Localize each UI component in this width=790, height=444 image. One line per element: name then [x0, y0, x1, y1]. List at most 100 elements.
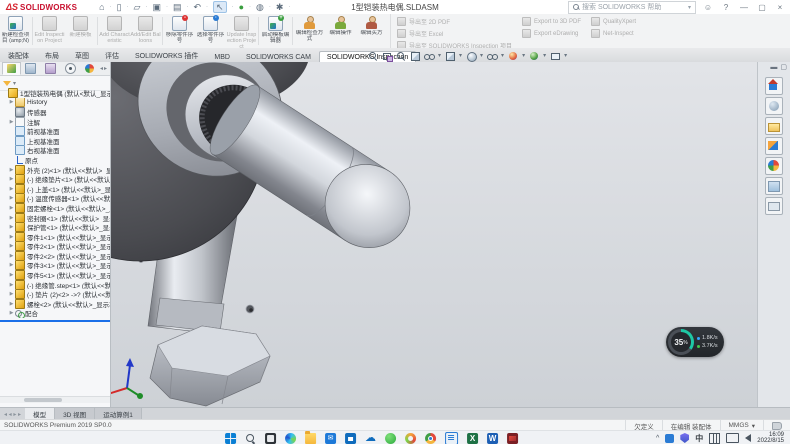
- tab-configurationmanager[interactable]: [41, 62, 60, 75]
- search-taskbar-icon[interactable]: [245, 433, 256, 444]
- dynamic-annotation-views-icon[interactable]: [424, 51, 434, 61]
- search-caret-icon[interactable]: ▾: [688, 4, 691, 11]
- tree-item[interactable]: ▶保护管<1> (默认<<默认>_显示状: [0, 222, 110, 232]
- security-shield-icon[interactable]: [680, 433, 689, 443]
- tree-item[interactable]: ▶(-) 绝缘垫片<1> (默认<<默认>_显: [0, 174, 110, 184]
- tree-item[interactable]: ▶(-) 绝缘管.step<1> (默认<<默认>_: [0, 280, 110, 290]
- ribbon-tab-评估[interactable]: 评估: [97, 48, 127, 62]
- expand-arrow-icon[interactable]: ▶: [8, 167, 15, 173]
- zoom-to-fit-icon[interactable]: [368, 51, 378, 61]
- user-account-icon[interactable]: ☺: [702, 3, 714, 12]
- select-balloons-button[interactable]: ·选择零件序号: [195, 14, 226, 48]
- volume-icon[interactable]: [745, 434, 751, 442]
- edit-buyoffs-button[interactable]: 编辑买方: [356, 14, 387, 48]
- edit-appearance-icon[interactable]: [508, 51, 518, 61]
- chrome-taskbar-icon[interactable]: [425, 433, 436, 444]
- word-taskbar-icon[interactable]: W: [487, 433, 498, 444]
- ribbon-tab-装配体[interactable]: 装配体: [0, 48, 37, 62]
- expand-arrow-icon[interactable]: ▶: [8, 99, 15, 105]
- edit-inspection-project-button[interactable]: Edit Inspection Project: [34, 14, 65, 48]
- home-icon[interactable]: ⌂: [99, 2, 104, 12]
- tree-item[interactable]: ▶History: [0, 98, 110, 108]
- custom-properties-icon[interactable]: [765, 177, 783, 195]
- dropdown-caret-icon[interactable]: ·: [166, 4, 168, 10]
- ribbon-tab-solidworks-插件[interactable]: SOLIDWORKS 插件: [127, 48, 206, 62]
- export-item[interactable]: Net-Inspect: [591, 29, 636, 38]
- export-item[interactable]: QualityXpert: [591, 17, 636, 26]
- view-palette-icon[interactable]: [765, 137, 783, 155]
- appearances-scenes-icon[interactable]: [765, 157, 783, 175]
- expand-arrow-icon[interactable]: ▶: [8, 282, 15, 288]
- view-orientation-icon[interactable]: [445, 51, 455, 61]
- tree-item[interactable]: ▶(-) 温度传感器<1> (默认<<默认>_: [0, 194, 110, 204]
- solidworks-resources-icon[interactable]: [765, 77, 783, 95]
- launch-template-editor-button[interactable]: +启动模板编辑器: [260, 14, 291, 48]
- dropdown-caret-icon[interactable]: ·: [110, 4, 112, 10]
- dropdown-caret-icon[interactable]: ▾: [459, 52, 462, 59]
- tree-item[interactable]: ▶零件1<1> (默认<<默认>_显示状态: [0, 232, 110, 242]
- dropdown-caret-icon[interactable]: ·: [288, 4, 290, 10]
- network-display-icon[interactable]: [726, 433, 739, 443]
- select-arrow-icon[interactable]: ↖: [213, 1, 227, 13]
- performance-overlay-ball[interactable]: 35% 1.8K/s 3.7K/s: [666, 327, 724, 357]
- edit-inspection-methods-button[interactable]: 编辑检查方式: [294, 14, 325, 48]
- tab-dimxpertmanager[interactable]: [61, 62, 80, 75]
- green-app-taskbar-icon[interactable]: [385, 433, 396, 444]
- dropdown-caret-icon[interactable]: ▾: [480, 52, 483, 59]
- ribbon-tab-布局[interactable]: 布局: [37, 48, 67, 62]
- expand-arrow-icon[interactable]: ▶: [8, 119, 15, 125]
- dropdown-caret-icon[interactable]: ▾: [564, 52, 567, 59]
- tree-item[interactable]: 上视基准面: [0, 136, 110, 146]
- close-button[interactable]: ×: [774, 3, 786, 12]
- tree-item[interactable]: 原点: [0, 155, 110, 165]
- filter-caret-icon[interactable]: ▾: [13, 80, 16, 87]
- expand-arrow-icon[interactable]: ▶: [8, 243, 15, 249]
- expand-arrow-icon[interactable]: ▶: [8, 195, 15, 201]
- notepad-taskbar-icon[interactable]: [445, 432, 458, 444]
- zoom-to-area-icon[interactable]: [382, 51, 392, 61]
- expand-arrow-icon[interactable]: ▶: [8, 224, 15, 230]
- save-icon[interactable]: ▣: [152, 2, 161, 12]
- tree-root-item[interactable]: 1型铠装热电偶 (默认<默认_显示状态-1: [0, 88, 110, 98]
- hidden-icons-chevron[interactable]: ^: [656, 435, 659, 442]
- tree-item[interactable]: ▶外壳 (2)<1> (默认<<默认>_显示状: [0, 165, 110, 175]
- minimize-button[interactable]: —: [738, 3, 750, 12]
- rebuild-traffic-light-icon[interactable]: ●: [239, 2, 244, 12]
- new-inspection-project-button[interactable]: 新建检查项目 (amp;N): [0, 14, 31, 48]
- tree-item[interactable]: ▶配合: [0, 309, 110, 319]
- hide-show-items-icon[interactable]: [487, 51, 497, 61]
- options-gear-icon[interactable]: ✱: [276, 2, 284, 12]
- design-library-icon[interactable]: [765, 97, 783, 115]
- export-item[interactable]: 导出至 Excel: [397, 29, 512, 38]
- apply-scene-icon[interactable]: [529, 51, 539, 61]
- previous-view-icon[interactable]: [396, 51, 406, 61]
- tree-item[interactable]: 传感器: [0, 107, 110, 117]
- dropdown-caret-icon[interactable]: ·: [187, 4, 189, 10]
- file-explorer-icon[interactable]: [765, 117, 783, 135]
- new-document-icon[interactable]: ▯: [117, 2, 122, 12]
- dropdown-caret-icon[interactable]: ·: [127, 4, 129, 10]
- tray-app-icon[interactable]: [665, 434, 674, 443]
- new-template-button[interactable]: 新建模板: [65, 14, 96, 48]
- solidworks-forum-icon[interactable]: [765, 197, 783, 215]
- ribbon-tab-solidworks-cam[interactable]: SOLIDWORKS CAM: [238, 51, 319, 62]
- dropdown-caret-icon[interactable]: ·: [232, 4, 234, 10]
- tree-item[interactable]: ▶螺栓<2> (默认<<默认>_显示状态: [0, 299, 110, 309]
- help-button[interactable]: ?: [720, 3, 732, 12]
- edit-operations-button[interactable]: 编辑操作: [325, 14, 356, 48]
- tree-item[interactable]: ▶零件5<1> (默认<<默认>_显示状态: [0, 270, 110, 280]
- panel-tab-scroll-arrows[interactable]: ◂▸: [100, 65, 110, 72]
- expand-arrow-icon[interactable]: ▶: [8, 310, 15, 316]
- print-icon[interactable]: ▤: [173, 2, 182, 12]
- tree-item[interactable]: ▶零件2<2> (默认<<默认>_显示状态: [0, 251, 110, 261]
- clock[interactable]: 16:09 2022/8/15: [757, 432, 784, 444]
- display-style-icon[interactable]: [466, 51, 476, 61]
- remove-balloons-button[interactable]: -移除零件序号: [164, 14, 195, 48]
- export-item[interactable]: 导出至 2D PDF: [397, 17, 512, 26]
- solidworks-taskbar-icon[interactable]: [507, 433, 518, 444]
- tree-item[interactable]: ▶零件2<1> (默认<<默认>_显示状态: [0, 242, 110, 252]
- task-view-taskbar-icon[interactable]: [265, 433, 276, 444]
- section-view-icon[interactable]: [410, 51, 420, 61]
- dropdown-caret-icon[interactable]: ▾: [438, 52, 441, 59]
- dropdown-caret-icon[interactable]: ·: [145, 4, 147, 10]
